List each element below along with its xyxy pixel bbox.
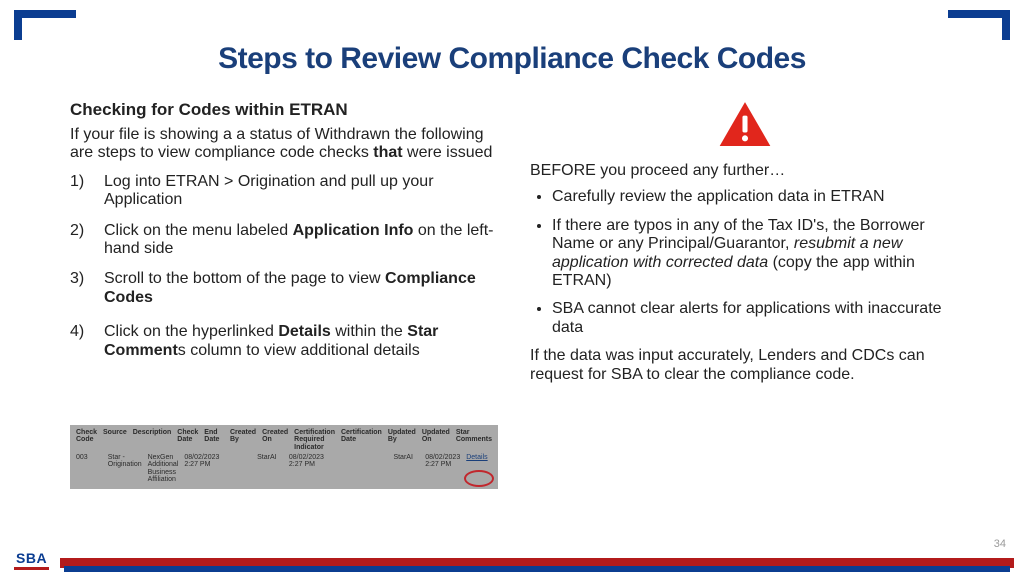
right-closing: If the data was input accurately, Lender… — [530, 347, 960, 384]
mini-header-row: Check Code Source Description Check Date… — [76, 429, 492, 451]
intro-post: were issued — [403, 144, 493, 161]
mini-cell — [225, 454, 251, 483]
step-1: Log into ETRAN > Origination and pull up… — [70, 173, 500, 210]
mini-cell: StarAI — [393, 454, 419, 483]
step-4: Click on the hyperlinked Details within … — [70, 323, 500, 360]
mini-cell — [330, 454, 356, 483]
step-3: Scroll to the bottom of the page to view… — [70, 270, 500, 307]
mini-hdr-cell: Check Code — [76, 429, 97, 451]
frame-stub-right — [1002, 10, 1010, 40]
step-3-pre: Scroll to the bottom of the page to view — [104, 270, 385, 287]
warning-icon — [718, 100, 772, 148]
mini-cell: 08/02/2023 2:27 PM — [289, 454, 324, 483]
mini-hdr-cell: End Date — [204, 429, 224, 451]
step-2-bold: Application Info — [293, 222, 414, 239]
mini-hdr-cell: Updated On — [422, 429, 450, 451]
footer-bar-blue — [64, 566, 1010, 572]
step-4-pre: Click on the hyperlinked — [104, 323, 278, 340]
bullet-1: Carefully review the application data in… — [552, 188, 960, 206]
right-lead: BEFORE you proceed any further… — [530, 162, 960, 180]
mini-hdr-cell: Certification Required Indicator — [294, 429, 335, 451]
steps-list: Log into ETRAN > Origination and pull up… — [70, 173, 500, 360]
bullet-3: SBA cannot clear alerts for applications… — [552, 300, 960, 337]
bullet-1-text: Carefully review the application data in… — [552, 188, 885, 205]
step-2-pre: Click on the menu labeled — [104, 222, 293, 239]
left-intro: If your file is showing a a status of Wi… — [70, 126, 500, 163]
mini-hdr-cell: Created On — [262, 429, 288, 451]
step-4-mid: within the — [331, 323, 407, 340]
compliance-table-thumbnail: Check Code Source Description Check Date… — [70, 425, 498, 489]
top-frame — [14, 10, 1010, 36]
page-number: 34 — [994, 538, 1006, 550]
mini-cell: 003 — [76, 454, 102, 483]
mini-cell: NexGen Additional Business Affiliation — [148, 454, 179, 483]
left-column: Checking for Codes within ETRAN If your … — [70, 100, 500, 372]
mini-hdr-cell: Source — [103, 429, 127, 451]
step-4-bold1: Details — [278, 323, 330, 340]
mini-hdr-cell: Star Comments — [456, 429, 492, 451]
bullet-2: If there are typos in any of the Tax ID'… — [552, 217, 960, 291]
mini-cell: 08/02/2023 2:27 PM — [184, 454, 219, 483]
sba-logo: SBA — [14, 550, 49, 570]
step-2: Click on the menu labeled Application In… — [70, 222, 500, 259]
frame-bar-right — [948, 10, 1010, 18]
mini-cell: Star - Origination — [108, 454, 142, 483]
step-1-text: Log into ETRAN > Origination and pull up… — [104, 173, 434, 208]
intro-bold: that — [373, 144, 402, 161]
mini-hdr-cell: Check Date — [177, 429, 198, 451]
slide: Steps to Review Compliance Check Codes C… — [0, 0, 1024, 576]
mini-hdr-cell: Created By — [230, 429, 256, 451]
mini-hdr-cell: Updated By — [388, 429, 416, 451]
left-subhead: Checking for Codes within ETRAN — [70, 100, 500, 120]
mini-cell: 08/02/2023 2:27 PM — [425, 454, 460, 483]
mini-cell — [362, 454, 388, 483]
bullet-3-text: SBA cannot clear alerts for applications… — [552, 300, 942, 335]
right-bullets: Carefully review the application data in… — [530, 188, 960, 337]
right-column: BEFORE you proceed any further… Carefull… — [530, 100, 960, 384]
step-4-post: s column to view additional details — [178, 342, 420, 359]
mini-hdr-cell: Certification Date — [341, 429, 382, 451]
mini-cell: StarAI — [257, 454, 283, 483]
page-title: Steps to Review Compliance Check Codes — [0, 42, 1024, 76]
frame-stub-left — [14, 10, 22, 40]
mini-data-row: 003 Star - Origination NexGen Additional… — [76, 454, 492, 483]
frame-bar-left — [14, 10, 76, 18]
mini-hdr-cell: Description — [133, 429, 172, 451]
mini-details-link[interactable]: Details — [466, 454, 492, 483]
